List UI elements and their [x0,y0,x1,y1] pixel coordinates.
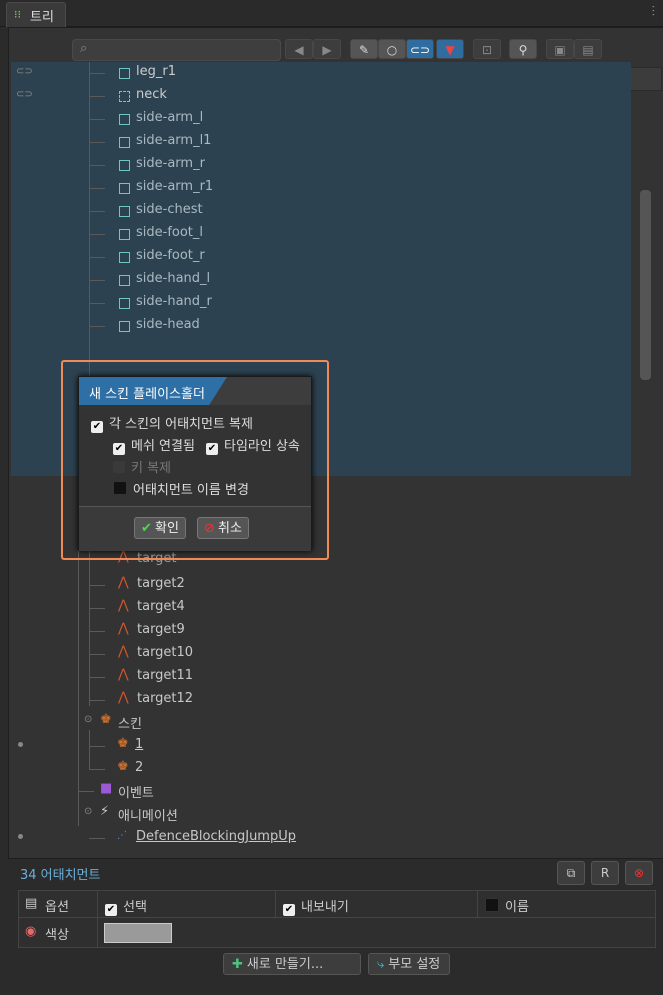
scrollbar-thumb[interactable] [640,190,651,380]
target-icon: ⋀ [118,598,129,613]
tree-row[interactable]: ♚ 2 [89,758,400,781]
sliders-icon[interactable]: ⫶ [652,4,656,20]
forward-button[interactable]: ▶ [313,39,341,59]
tree-row[interactable]: ⋀ target2 [89,574,400,597]
tree-icon: ⁝⁝ [14,8,21,21]
tree-row[interactable]: side-arm_l [11,108,631,131]
tree-row[interactable]: ⋀ target11 [89,666,400,689]
tree-row[interactable]: ⋀ target4 [89,597,400,620]
link-icon: ⤷ [377,957,385,972]
shirt-icon: ♚ [100,712,112,727]
title-bar: ⁝⁝ 트리 ⫶ [0,0,663,27]
set-parent-button[interactable]: ⤷ 부모 설정 [368,953,450,975]
filter-icon[interactable]: ▼ [436,39,464,59]
attachment-count: 34 어태치먼트 [20,868,101,883]
color-wheel-icon: ◉ [25,924,37,939]
dialog-footer: ✔ 확인 ⊘ 취소 [79,506,311,551]
search-icon: ⌕ [80,41,88,56]
tree-row[interactable]: ⊂⊃ leg_r1 [11,62,631,85]
animations-node[interactable]: ⊙ ⚡ 애니메이션 [78,803,378,826]
ok-button[interactable]: ✔ 확인 [134,517,186,539]
tree-row[interactable]: ⊂⊃ neck [11,85,631,108]
tab-tree[interactable]: ⁝⁝ 트리 [6,2,66,27]
region-icon [119,321,130,332]
region-icon [119,206,130,217]
inherit-timeline-checkbox[interactable]: ✔ 타임라인 상속 [206,435,300,455]
tree-row[interactable]: side-arm_r1 [11,177,631,200]
dialog-title-bar: 새 스킨 플레이스홀더 [79,377,311,405]
search-input[interactable]: ⌕ [72,39,281,61]
run-icon: ⚡ [100,804,110,819]
animation-icon: ⋰ [117,830,127,841]
expand-button[interactable]: ▤ [574,39,602,59]
skins-node[interactable]: ⊙ ♚ 스킨 [78,711,378,734]
tree-row[interactable]: side-hand_l [11,269,631,292]
focus-button[interactable]: ⊡ [473,39,501,59]
tree-row[interactable]: side-hand_r [11,292,631,315]
tree-toolbar: ⌕ ◀ ▶ ✎ ○ ⊂⊃ ▼ ⊡ ⚲ ▣ ▤ [9,28,663,66]
target-icon: ⋀ [118,644,129,659]
region-icon [119,68,130,79]
shirt-icon: ♚ [117,759,129,774]
target-icon: ⋀ [118,667,129,682]
check-icon: ✔ [141,521,152,536]
delete-button[interactable]: ⊗ [625,861,653,885]
tree-row[interactable]: side-head [11,315,631,338]
new-skin-placeholder-dialog: 새 스킨 플레이스홀더 ✔ 각 스킨의 어태치먼트 복제 ✔ 메쉬 연결됨 ✔ 타임라… [78,376,312,551]
shirt-icon: ♚ [117,736,129,751]
region-icon [119,252,130,263]
duplicate-button[interactable]: ⧉ [557,861,585,885]
tree-row[interactable]: side-chest [11,200,631,223]
duplicate-attachments-checkbox[interactable]: ✔ 각 스킨의 어태치먼트 복제 [91,413,253,433]
region-icon [119,183,130,194]
region-icon [119,229,130,240]
tree-row[interactable]: ♚ 1 [89,735,400,758]
tree-row[interactable]: side-arm_l1 [11,131,631,154]
target-icon: ⋀ [118,690,129,705]
name-checkbox[interactable]: 이름 [485,896,529,915]
region-icon [119,137,130,148]
select-checkbox[interactable]: ✔ 선택 [105,896,147,916]
eye-icon[interactable]: ⊂⊃ [16,89,33,100]
collapse-arrow-icon[interactable]: ⊙ [84,806,92,817]
mesh-linked-checkbox[interactable]: ✔ 메쉬 연결됨 [113,435,195,455]
tree-row[interactable]: side-arm_r [11,154,631,177]
new-button[interactable]: ✚ 새로 만들기... [223,953,361,975]
tree-row[interactable]: side-foot_l [11,223,631,246]
cancel-button[interactable]: ⊘ 취소 [197,517,249,539]
tree-row[interactable]: ⋀ target9 [89,620,400,643]
tree-row[interactable]: ⋰ DefenceBlockingJumpUp [89,827,400,850]
tree-row[interactable]: ⋀ target10 [89,643,400,666]
events-node[interactable]: ■ 이벤트 [78,780,378,803]
region-icon [119,275,130,286]
dialog-title: 새 스킨 플레이스홀더 [89,387,205,402]
rename-button[interactable]: R [591,861,619,885]
tree-row[interactable]: ⋀ target12 [89,689,400,712]
circle-filter-button[interactable]: ○ [378,39,406,59]
collapse-button[interactable]: ▣ [546,39,574,59]
back-button[interactable]: ◀ [285,39,313,59]
event-icon: ■ [100,781,113,796]
eye-icon[interactable]: ⊂⊃ [16,66,33,77]
rename-attachments-checkbox[interactable]: 어태치먼트 이름 변경 [113,479,249,498]
region-icon [119,298,130,309]
cancel-icon: ⊘ [204,521,215,536]
color-swatch[interactable] [104,923,172,943]
target-icon: ⋀ [118,621,129,636]
collapse-arrow-icon[interactable]: ⊙ [84,714,92,725]
region-icon [119,160,130,171]
tree-row[interactable]: side-foot_r [11,246,631,269]
find-replace-button[interactable]: ⚲ [509,39,537,59]
target-icon: ⋀ [118,575,129,590]
tab-tree-label: 트리 [30,10,54,25]
duplicate-keys-checkbox[interactable]: 키 복제 [113,457,171,476]
attachment-filter-button[interactable]: ⊂⊃ [406,39,434,59]
region-icon [119,114,130,125]
mesh-icon [119,91,130,102]
options-icon: ▤ [25,896,38,911]
export-checkbox[interactable]: ✔ 내보내기 [283,896,349,916]
plus-icon: ✚ [232,957,243,972]
brush-filter-button[interactable]: ✎ [350,39,378,59]
